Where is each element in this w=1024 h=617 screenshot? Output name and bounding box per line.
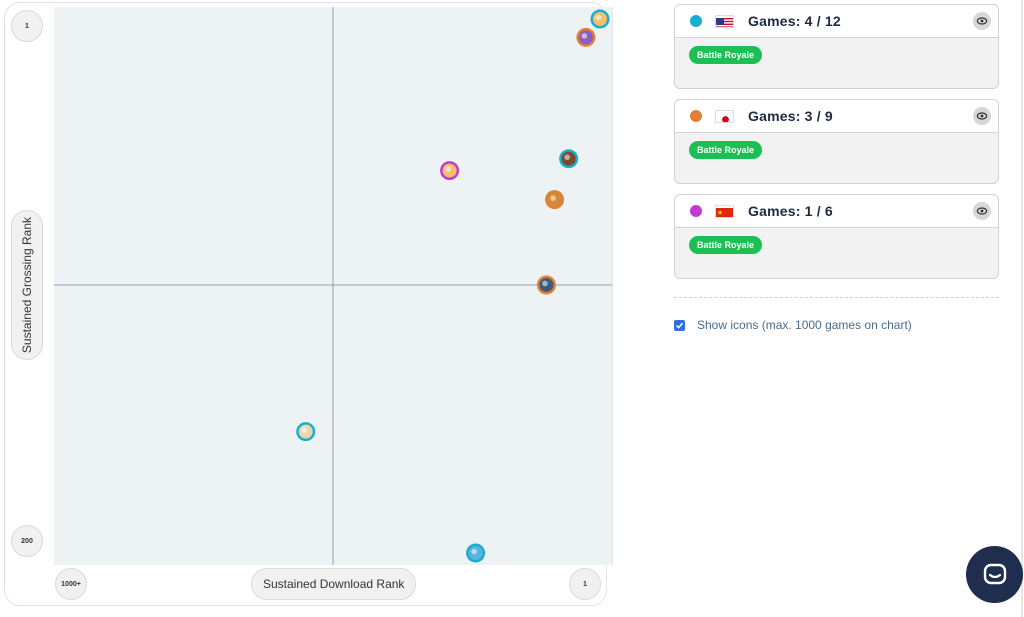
eye-icon[interactable] — [973, 202, 991, 220]
x-axis-label: Sustained Download Rank — [251, 568, 417, 600]
game-icon-highlight — [581, 33, 588, 39]
data-point — [576, 27, 596, 47]
card-header: Games: 1 / 6 — [675, 195, 998, 228]
game-icon-highlight — [542, 280, 548, 287]
y-axis-top-label: 1 — [11, 10, 43, 42]
genre-tag[interactable]: Battle Royale — [689, 236, 763, 254]
data-point — [536, 275, 556, 295]
games-count: Games: 4 / 12 — [748, 13, 841, 29]
y-axis-label: Sustained Grossing Rank — [11, 210, 43, 360]
cn-flag-icon — [715, 204, 734, 218]
chart-frame: 1 Sustained Grossing Rank 200 1000+ Sust… — [4, 2, 613, 606]
show-icons-checkbox[interactable] — [674, 319, 685, 331]
jp-flag-icon — [715, 109, 734, 123]
series-color-dot — [690, 110, 702, 122]
scatter-plot — [54, 7, 612, 565]
y-axis-bottom-label: 200 — [11, 525, 43, 557]
x-axis-right-label: 1 — [569, 568, 601, 600]
us-flag-icon — [715, 14, 734, 28]
country-card-cn: Games: 1 / 6 Battle Royale — [674, 194, 999, 279]
country-card-jp: Games: 3 / 9 Battle Royale — [674, 99, 999, 184]
series-color-dot — [690, 205, 702, 217]
data-point — [296, 422, 316, 442]
divider — [674, 297, 999, 298]
games-count: Games: 3 / 9 — [748, 108, 833, 124]
game-icon-highlight — [564, 154, 570, 161]
games-count: Games: 1 / 6 — [748, 203, 833, 219]
game-icon-highlight — [301, 427, 308, 433]
page-edge — [1021, 0, 1023, 617]
plot-area — [54, 7, 613, 565]
data-point — [590, 9, 610, 29]
check-icon — [675, 322, 684, 329]
genre-tag[interactable]: Battle Royale — [689, 46, 763, 64]
eye-icon[interactable] — [973, 107, 991, 125]
genre-tag[interactable]: Battle Royale — [689, 141, 763, 159]
series-color-dot — [690, 15, 702, 27]
data-point — [440, 161, 460, 181]
y-axis-label-text: Sustained Grossing Rank — [20, 216, 34, 354]
eye-icon[interactable] — [973, 12, 991, 30]
game-icon-highlight — [471, 548, 477, 555]
show-icons-option[interactable]: Show icons (max. 1000 games on chart) — [674, 318, 912, 332]
show-icons-label[interactable]: Show icons (max. 1000 games on chart) — [697, 318, 912, 332]
data-point — [559, 149, 579, 169]
game-icon-highlight — [595, 14, 602, 21]
chat-icon — [983, 563, 1006, 584]
game-icon-highlight — [445, 166, 451, 172]
game-icon-highlight — [550, 195, 556, 201]
country-card-us: Games: 4 / 12 Battle Royale — [674, 4, 999, 89]
card-header: Games: 3 / 9 — [675, 100, 998, 133]
data-point — [466, 543, 486, 563]
data-point — [545, 190, 565, 210]
x-axis-left-label: 1000+ — [55, 568, 87, 600]
card-header: Games: 4 / 12 — [675, 5, 998, 38]
chat-button[interactable] — [966, 546, 1023, 603]
